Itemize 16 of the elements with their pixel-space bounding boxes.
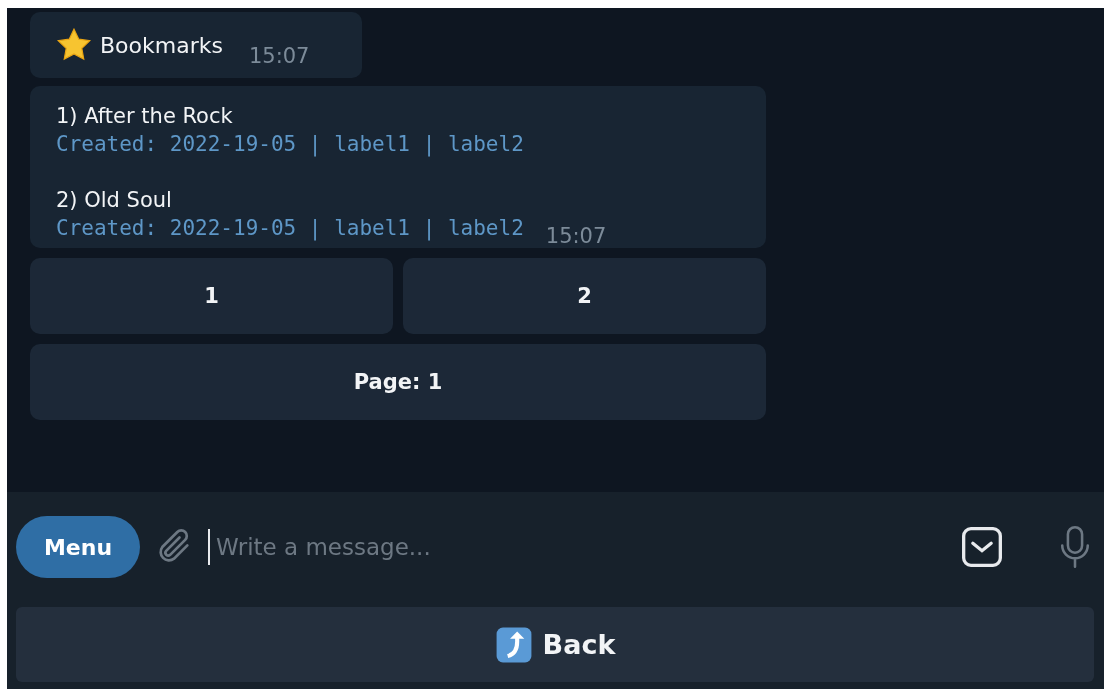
keyboard-toggle-icon[interactable] <box>960 525 1004 569</box>
inline-button[interactable]: Page: 1 <box>30 344 766 420</box>
bookmark-title: 1) After the Rock <box>56 104 234 128</box>
message-text: Bookmarks <box>100 32 223 58</box>
bookmark-meta: Created: 2022-19-05 | label1 | label2 <box>56 216 524 240</box>
reply-keyboard-button[interactable]: Back <box>16 607 1094 682</box>
message-time: 15:07 <box>248 44 310 68</box>
message-time: 15:07 <box>545 224 607 248</box>
message-input[interactable]: Write a message... <box>208 529 946 565</box>
star-icon <box>56 27 92 63</box>
bookmark-title: 2) Old Soul <box>56 188 173 212</box>
inline-button[interactable]: 1 <box>30 258 393 334</box>
menu-button[interactable]: Menu <box>16 516 140 578</box>
microphone-icon[interactable] <box>1058 524 1092 570</box>
bookmark-meta: Created: 2022-19-05 | label1 | label2 <box>56 132 524 156</box>
inline-button[interactable]: 2 <box>403 258 766 334</box>
